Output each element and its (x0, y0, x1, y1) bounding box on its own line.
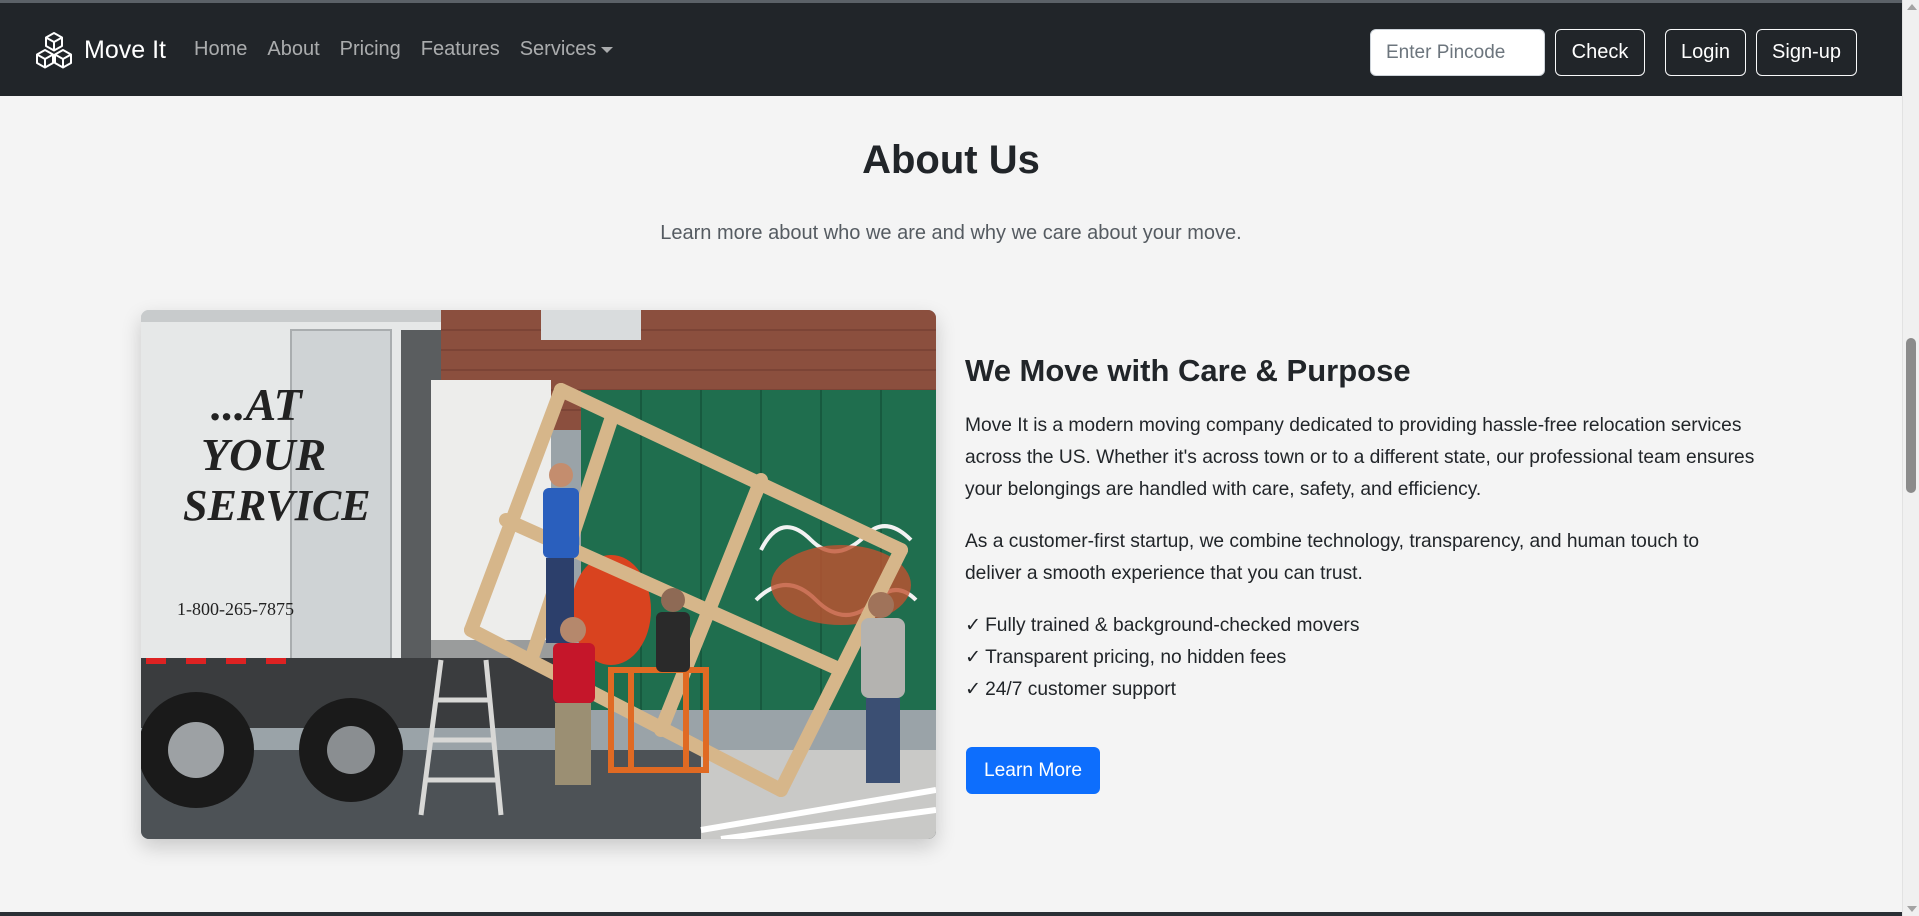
scroll-up-arrow-icon[interactable] (1907, 4, 1917, 10)
checkmark-icon: ✓ (965, 647, 982, 668)
scroll-down-arrow-icon[interactable] (1907, 906, 1917, 912)
learn-more-button[interactable]: Learn More (966, 747, 1100, 794)
truck-text-line2: YOUR (201, 429, 326, 480)
feature-text: Transparent pricing, no hidden fees (985, 647, 1287, 668)
chevron-down-icon (601, 46, 614, 53)
cubes-logo-icon (36, 32, 72, 69)
page-title: About Us (862, 138, 1040, 182)
checkmark-icon: ✓ (965, 615, 982, 636)
feature-item: ✓ 24/7 customer support (965, 674, 1359, 706)
about-paragraph-1: Move It is a modern moving company dedic… (965, 415, 1755, 500)
movers-photo: ...AT YOUR SERVICE 1-800-265-7875 (141, 310, 936, 839)
truck-text-line1: ...AT (211, 379, 304, 430)
navbar: Move It Home About Pricing Features Serv… (0, 0, 1902, 96)
check-button[interactable]: Check (1555, 29, 1645, 76)
movers-photo-illustration: ...AT YOUR SERVICE 1-800-265-7875 (141, 310, 936, 839)
checkmark-icon: ✓ (965, 679, 982, 700)
nav-link-pricing[interactable]: Pricing (340, 38, 401, 61)
vertical-scrollbar[interactable] (1902, 0, 1919, 916)
content-title: We Move with Care & Purpose (965, 353, 1411, 388)
feature-text: 24/7 customer support (985, 679, 1176, 700)
nav-links: Home About Pricing Features Services (194, 38, 614, 61)
nav-link-home[interactable]: Home (194, 38, 247, 61)
scrollbar-thumb[interactable] (1906, 338, 1916, 493)
nav-link-about[interactable]: About (267, 38, 319, 61)
bottom-edge (0, 912, 1902, 916)
truck-text-line3: SERVICE (183, 481, 371, 530)
page-subtitle: Learn more about who we are and why we c… (660, 222, 1242, 244)
feature-text: Fully trained & background-checked mover… (985, 615, 1360, 636)
nav-link-features[interactable]: Features (421, 38, 500, 61)
nav-link-services-label: Services (519, 38, 597, 60)
brand-name: Move It (84, 35, 166, 64)
nav-dropdown-services[interactable]: Services (520, 38, 614, 61)
login-button[interactable]: Login (1665, 29, 1746, 76)
signup-button[interactable]: Sign-up (1756, 29, 1857, 76)
brand-link[interactable]: Move It (34, 30, 166, 70)
pincode-input[interactable] (1370, 29, 1545, 76)
feature-list: ✓ Fully trained & background-checked move… (965, 610, 1359, 706)
feature-item: ✓ Fully trained & background-checked move… (965, 610, 1359, 642)
about-paragraph-2: As a customer-first startup, we combine … (965, 531, 1700, 584)
truck-phone: 1-800-265-7875 (177, 599, 294, 619)
feature-item: ✓ Transparent pricing, no hidden fees (965, 642, 1359, 674)
